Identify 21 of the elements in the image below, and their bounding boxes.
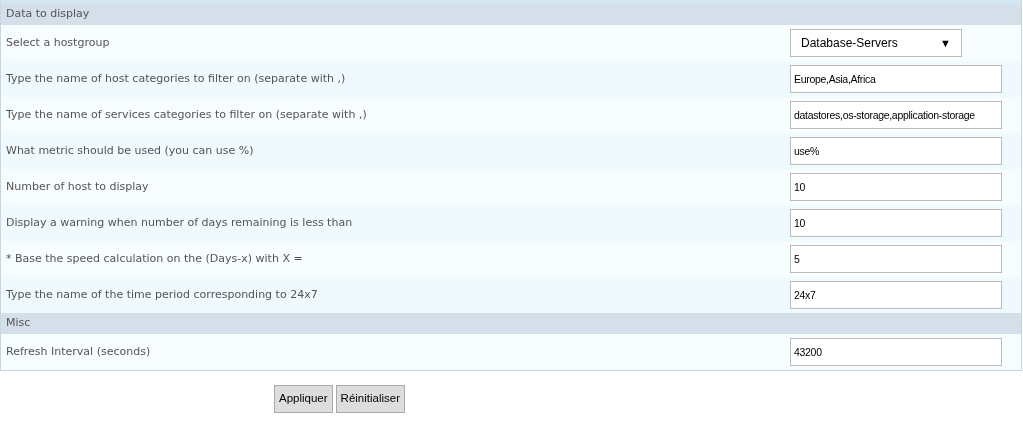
field-label: What metric should be used (you can use %) — [6, 142, 254, 159]
input-field[interactable]: 10 — [790, 173, 1002, 201]
field-label: Type the name of services categories to filter on (separate with ,) — [6, 106, 367, 123]
section-header: Data to display — [6, 6, 90, 23]
field-label: Type the name of host categories to filter on (separate with ,) — [6, 70, 346, 87]
field-label: * Base the speed calculation on the (Days-x) with X = — [6, 250, 303, 267]
input-field[interactable]: Europe,Asia,Africa — [790, 65, 1002, 93]
input-field[interactable]: 10 — [790, 209, 1002, 237]
field-label: Type the name of the time period corresponding to 24x7 — [6, 286, 318, 303]
field-label: Select a hostgroup — [6, 34, 110, 51]
input-field[interactable]: use% — [790, 137, 1002, 165]
apply-button[interactable]: Appliquer — [274, 385, 333, 413]
input-field[interactable]: 43200 — [790, 338, 1002, 366]
field-label: Display a warning when number of days remaining is less than — [6, 214, 353, 231]
input-field[interactable]: datastores,os-storage,application-storage — [790, 101, 1002, 129]
field-label: Number of host to display — [6, 178, 149, 195]
input-field[interactable]: 5 — [790, 245, 1002, 273]
field-label: Refresh Interval (seconds) — [6, 343, 151, 360]
section-header: Misc — [6, 315, 31, 332]
input-field[interactable]: 24x7 — [790, 281, 1002, 309]
reset-button[interactable]: Réinitialiser — [335, 385, 405, 413]
